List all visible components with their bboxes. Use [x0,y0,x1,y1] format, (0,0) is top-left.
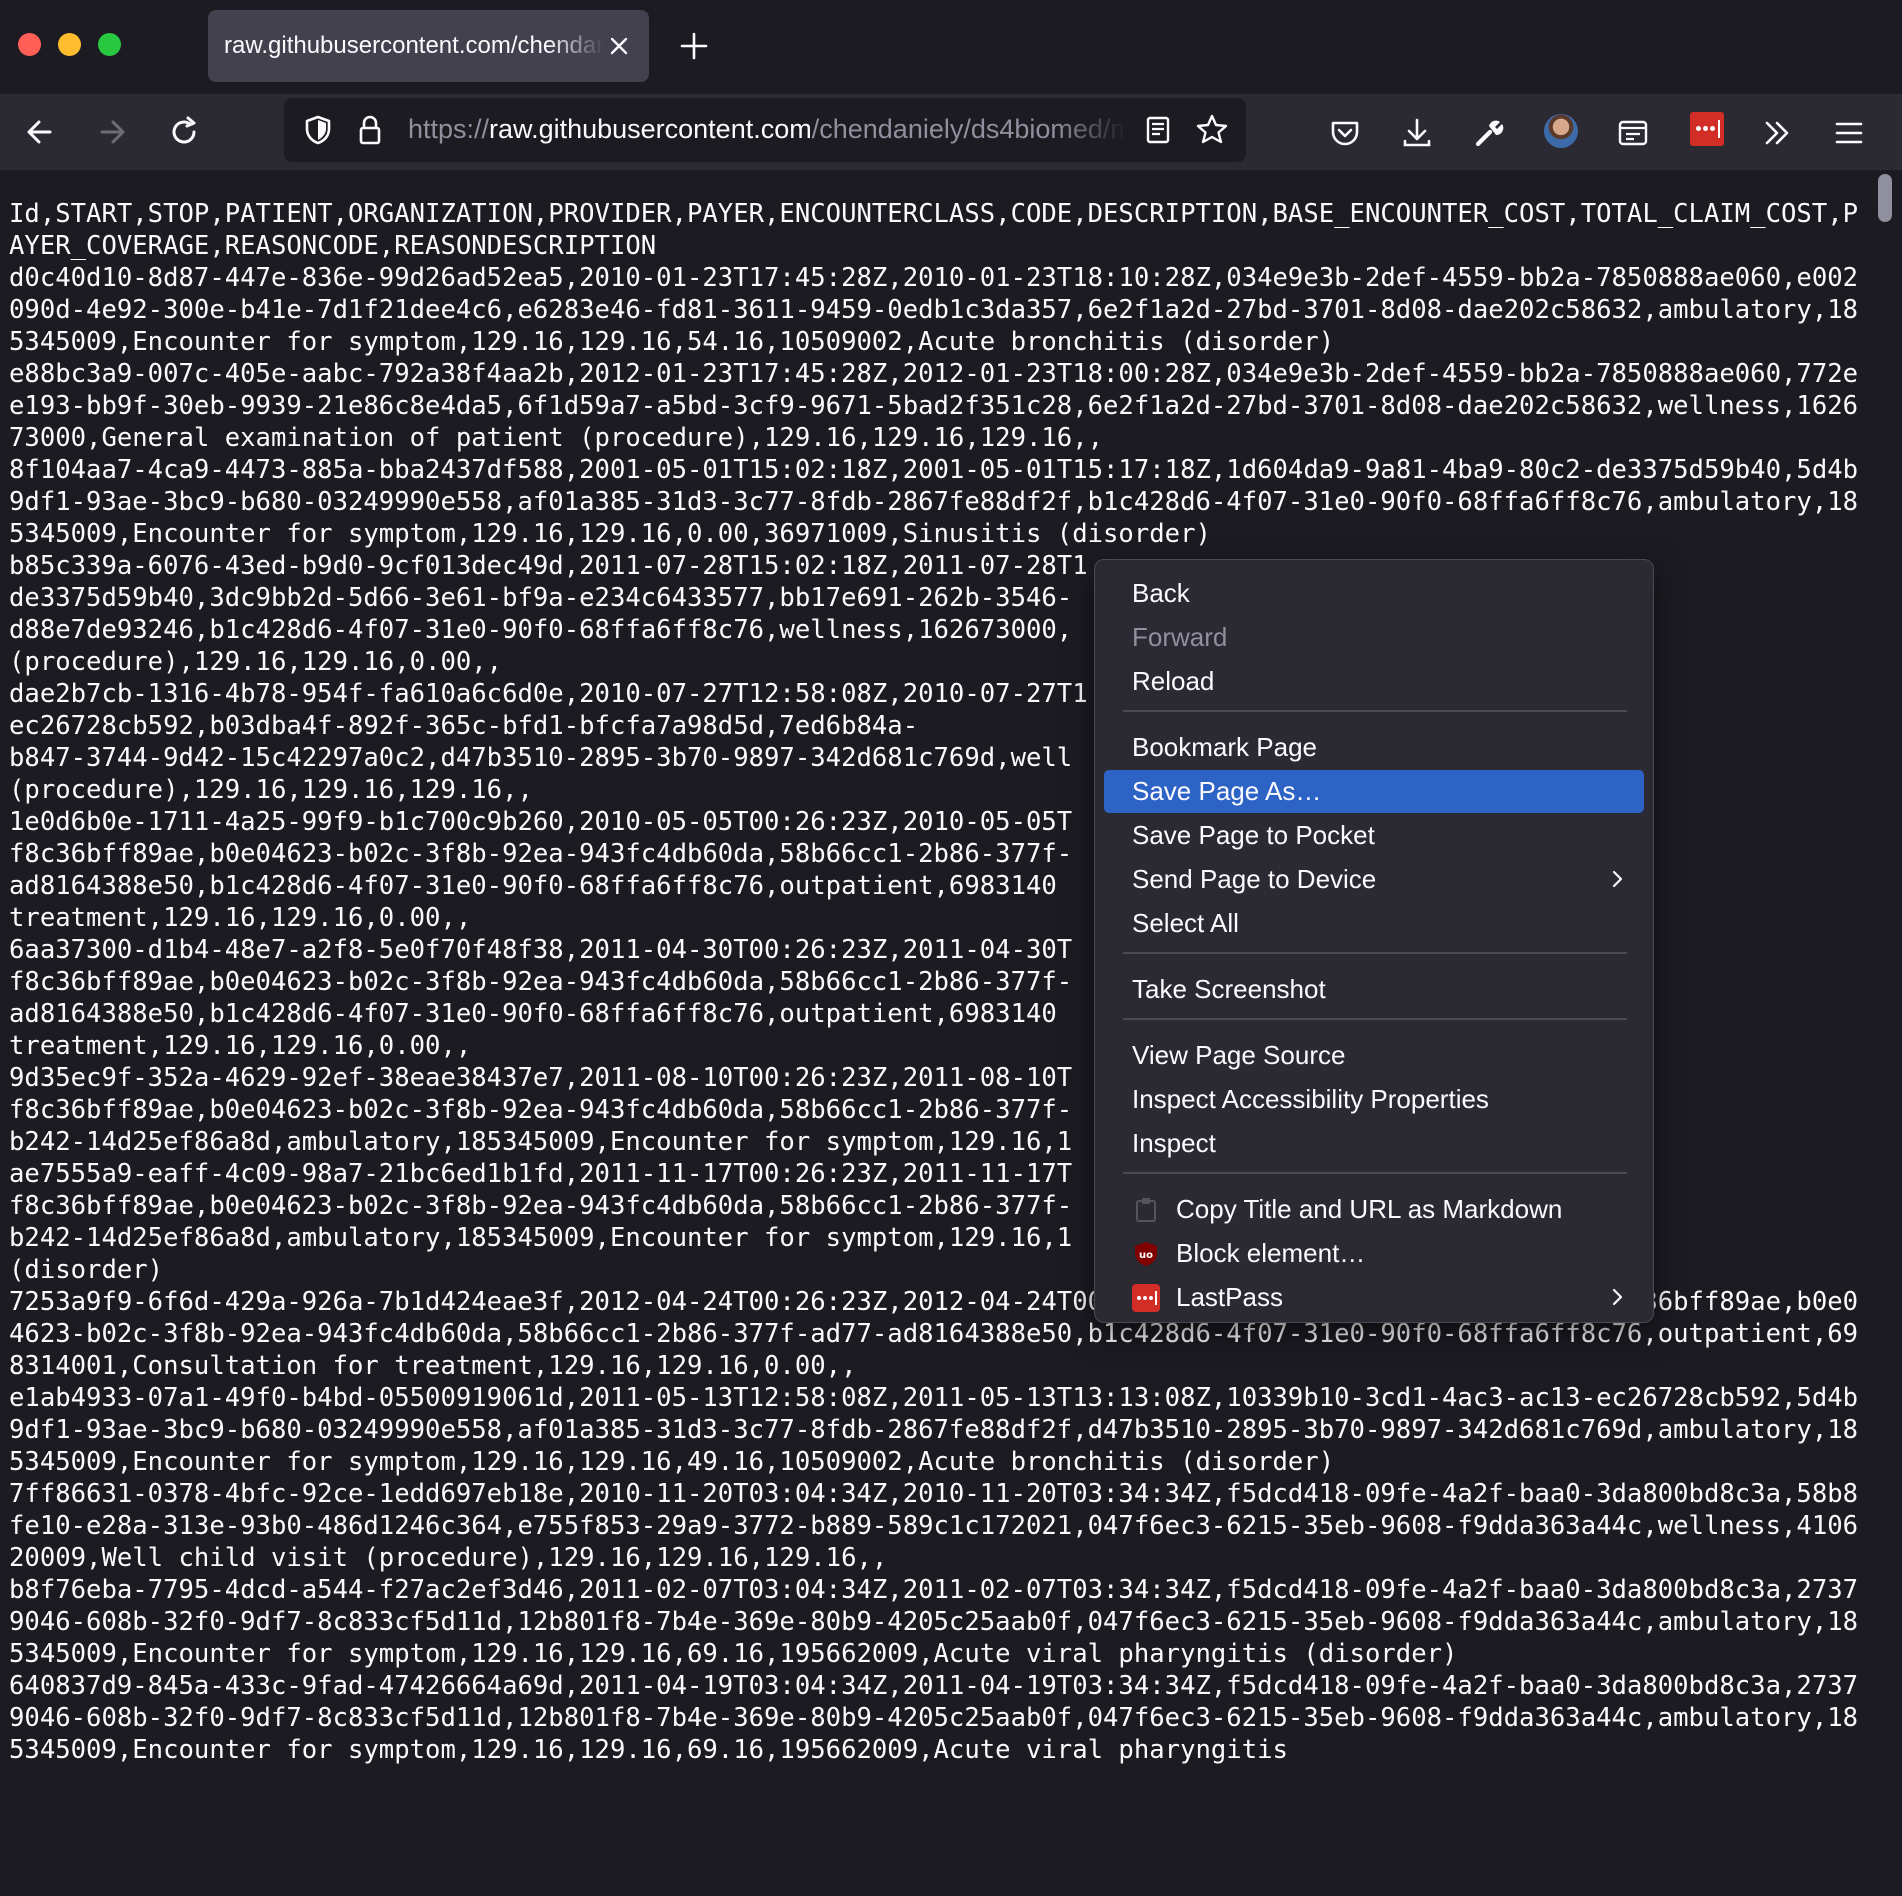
close-icon[interactable] [603,30,635,62]
menu-item-view-page-source[interactable]: View Page Source [1104,1034,1644,1077]
csv-line: ae7555a9-eaff-4c09-98a7-21bc6ed1b1fd,201… [9,1159,1073,1189]
menu-separator [1123,1018,1627,1020]
csv-header-line: Id,START,STOP,PATIENT,ORGANIZATION,PROVI… [9,199,1859,261]
menu-item-label: Send Page to Device [1132,864,1377,894]
hamburger-menu-icon[interactable] [1830,114,1868,152]
menu-item-label: Block element… [1176,1238,1366,1268]
lastpass-icon [1132,1284,1160,1312]
menu-item-send-to-device[interactable]: Send Page to Device [1104,858,1644,901]
csv-line: 7ff86631-0378-4bfc-92ce-1edd697eb18e,201… [9,1479,1859,1573]
csv-line: f8c36bff89ae,b0e04623-b02c-3f8b-92ea-943… [9,967,1073,997]
menu-item-copy-title-url[interactable]: Copy Title and URL as Markdown [1104,1188,1644,1231]
navigation-toolbar: https://raw.githubusercontent.com/chenda… [0,94,1902,170]
arrow-left-icon[interactable] [20,112,60,152]
svg-text:uo: uo [1139,1250,1153,1261]
menu-item-forward: Forward [1132,622,1228,652]
url-bar[interactable]: https://raw.githubusercontent.com/chenda… [284,98,1246,162]
lock-icon[interactable] [352,112,388,148]
csv-line: b847-3744-9d42-15c42297a0c2,d47b3510-289… [9,743,1073,773]
url-path: /chendaniely/ds4biomed/master/data/synth… [811,114,1128,144]
csv-line: ad8164388e50,b1c428d6-4f07-31e0-90f0-68f… [9,999,1057,1029]
csv-line: ec26728cb592,b03dba4f-892f-365c-bfd1-bfc… [9,711,919,741]
tab-title: raw.githubusercontent.com/chendaniely/ds… [224,32,604,59]
menu-item-label: Copy Title and URL as Markdown [1176,1194,1563,1224]
csv-line: 6aa37300-d1b4-48e7-a2f8-5e0f70f48f38,201… [9,935,1073,965]
url-text[interactable]: https://raw.githubusercontent.com/chenda… [408,114,1128,148]
menu-item-inspect-accessibility[interactable]: Inspect Accessibility Properties [1104,1078,1644,1121]
menu-item-bookmark-page[interactable]: Bookmark Page [1104,726,1644,769]
csv-line: (procedure),129.16,129.16,129.16,, [9,775,533,805]
csv-line: b8f76eba-7795-4dcd-a544-f27ac2ef3d46,201… [9,1575,1859,1669]
download-icon[interactable] [1398,114,1436,152]
reload-icon[interactable] [164,112,204,152]
menu-item-label: LastPass [1176,1282,1283,1312]
csv-line: d88e7de93246,b1c428d6-4f07-31e0-90f0-68f… [9,615,1073,645]
menu-item-select-all[interactable]: Select All [1104,902,1644,945]
csv-line: treatment,129.16,129.16,0.00,, [9,903,472,933]
csv-line: (disorder) [9,1255,164,1285]
menu-item-back[interactable]: Back [1104,572,1644,615]
wrench-icon[interactable] [1470,114,1508,152]
menu-item-inspect[interactable]: Inspect [1104,1122,1644,1165]
menu-item-lastpass[interactable]: LastPass [1104,1276,1644,1319]
tab-strip: raw.githubusercontent.com/chendaniely/ds… [0,0,1902,94]
csv-line: dae2b7cb-1316-4b78-954f-fa610a6c6d0e,201… [9,679,1088,709]
menu-separator [1123,710,1627,712]
active-tab[interactable]: raw.githubusercontent.com/chendaniely/ds… [208,10,649,82]
menu-separator [1123,952,1627,954]
account-avatar[interactable] [1544,114,1578,148]
csv-line: b242-14d25ef86a8d,ambulatory,185345009,E… [9,1223,1073,1253]
ublock-shield-icon: uo [1135,1242,1157,1266]
chevron-double-right-icon[interactable] [1758,114,1796,152]
csv-line: 8f104aa7-4ca9-4473-885a-bba2437df588,200… [9,455,1859,549]
menu-item-save-page-as[interactable]: Save Page As… [1104,770,1644,813]
csv-line: f8c36bff89ae,b0e04623-b02c-3f8b-92ea-943… [9,1095,1073,1125]
menu-item-block-element[interactable]: uo Block element… [1104,1232,1644,1275]
arrow-right-icon[interactable] [92,112,132,152]
csv-line: treatment,129.16,129.16,0.00,, [9,1031,472,1061]
csv-line: e88bc3a9-007c-405e-aabc-792a38f4aa2b,201… [9,359,1859,453]
csv-line: 9d35ec9f-352a-4629-92ef-38eae38437e7,201… [9,1063,1073,1093]
tracking-protection-shield-icon[interactable] [300,112,336,148]
window-close-button[interactable] [18,33,41,56]
csv-line: b85c339a-6076-43ed-b9d0-9cf013dec49d,201… [9,551,1088,581]
csv-line: e1ab4933-07a1-49f0-b4bd-05500919061d,201… [9,1383,1859,1477]
menu-separator [1123,1172,1627,1174]
new-tab-plus-icon[interactable] [676,28,712,64]
window-minimize-button[interactable] [58,33,81,56]
csv-line: f8c36bff89ae,b0e04623-b02c-3f8b-92ea-943… [9,839,1073,869]
star-icon[interactable] [1194,112,1230,148]
scrollbar-thumb[interactable] [1878,174,1892,222]
chevron-right-icon [1612,870,1623,888]
lastpass-icon[interactable] [1690,112,1724,146]
menu-item-take-screenshot[interactable]: Take Screenshot [1104,968,1644,1011]
csv-line: 1e0d6b0e-1711-4a25-99f9-b1c700c9b260,201… [9,807,1073,837]
clipboard-icon [1136,1198,1156,1222]
pocket-icon[interactable] [1326,114,1364,152]
chevron-right-icon [1612,1288,1623,1306]
csv-line: (procedure),129.16,129.16,0.00,, [9,647,503,677]
url-scheme: https:// [408,114,490,144]
csv-line: d0c40d10-8d87-447e-836e-99d26ad52ea5,201… [9,263,1859,357]
menu-item-save-to-pocket[interactable]: Save Page to Pocket [1104,814,1644,857]
menu-item-reload[interactable]: Reload [1104,660,1644,703]
csv-line: 640837d9-845a-433c-9fad-47426664a69d,201… [9,1671,1859,1765]
csv-line: ad8164388e50,b1c428d6-4f07-31e0-90f0-68f… [9,871,1057,901]
csv-line: f8c36bff89ae,b0e04623-b02c-3f8b-92ea-943… [9,1191,1073,1221]
csv-line: b242-14d25ef86a8d,ambulatory,185345009,E… [9,1127,1073,1157]
vertical-scrollbar[interactable] [1870,170,1902,1896]
context-menu: Back Forward Reload Bookmark Page Save P… [1094,559,1654,1323]
window-zoom-button[interactable] [98,33,121,56]
reader-view-icon[interactable] [1140,112,1176,148]
extension-icon[interactable] [1614,114,1652,152]
csv-line: de3375d59b40,3dc9bb2d-5d66-3e61-bf9a-e23… [9,583,1073,613]
url-host: raw.githubusercontent.com [489,114,812,144]
